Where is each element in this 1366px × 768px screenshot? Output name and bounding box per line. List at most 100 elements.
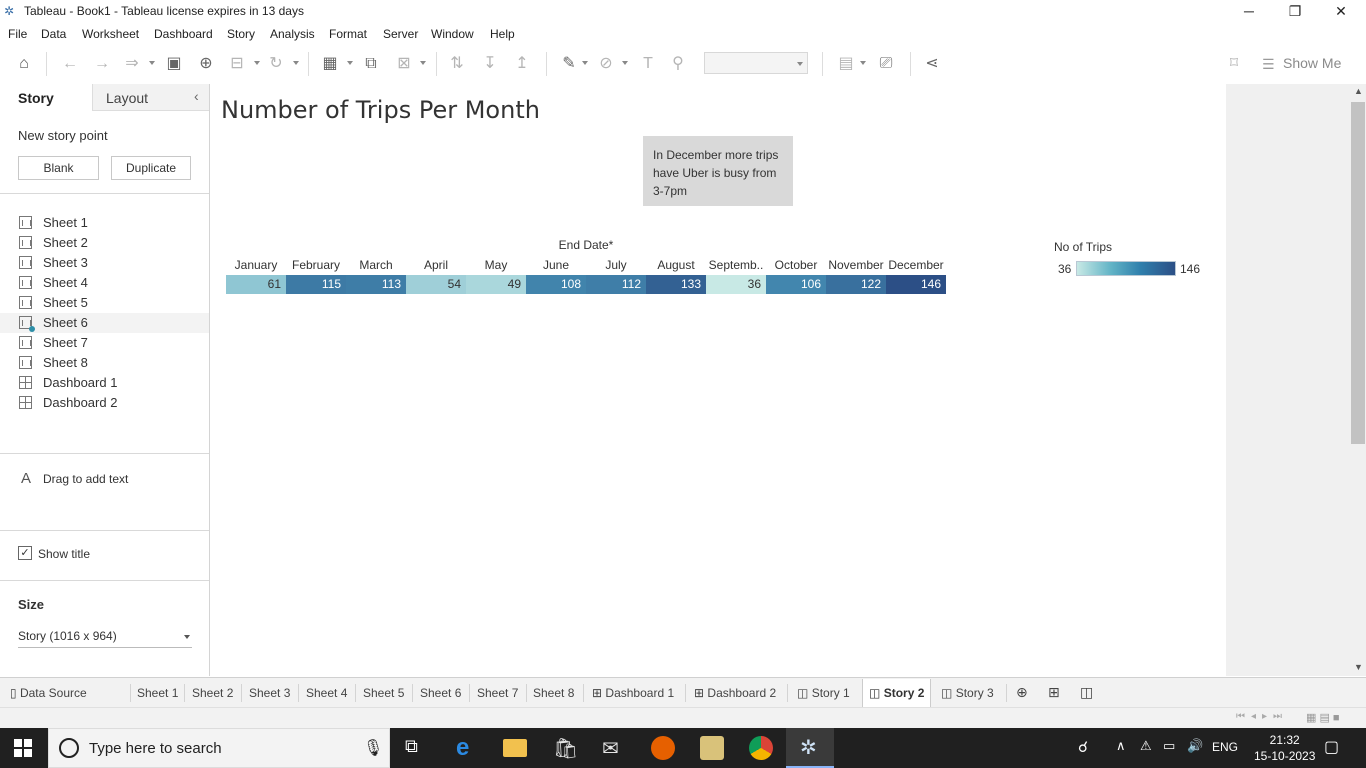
sheet-list-item[interactable]: Sheet 7 — [0, 333, 209, 353]
swap-axes-icon[interactable]: ⇅ — [447, 54, 467, 74]
tab-dashboard-2[interactable]: ⊞ Dashboard 2 — [694, 686, 776, 700]
color-legend-bar[interactable] — [1076, 261, 1176, 276]
heatmap-cell[interactable]: 133 — [646, 275, 706, 294]
pause-updates-icon[interactable]: ⊟ — [227, 54, 247, 74]
heatmap-cell[interactable]: 36 — [706, 275, 766, 294]
menu-format[interactable]: Format — [329, 27, 367, 41]
tab-data-source[interactable]: ▯ Data Source — [10, 686, 87, 700]
sort-ascending-icon[interactable]: ↧ — [480, 54, 500, 74]
sheet-list-item[interactable]: Sheet 4 — [0, 273, 209, 293]
heatmap-cell[interactable]: 112 — [586, 275, 646, 294]
tab-sheet-5[interactable]: Sheet 5 — [363, 686, 404, 700]
undo-icon[interactable]: ← — [60, 54, 80, 74]
sheet-list-item[interactable]: Sheet 6 — [0, 313, 209, 333]
replay-icon[interactable]: ⇒ — [122, 54, 142, 74]
heatmap-cell[interactable]: 108 — [526, 275, 586, 294]
tab-sheet-2[interactable]: Sheet 2 — [192, 686, 233, 700]
store-icon[interactable]: 🛍 — [553, 736, 578, 760]
menu-server[interactable]: Server — [383, 27, 418, 41]
tab-story[interactable]: Story — [0, 84, 92, 112]
collapse-icon[interactable]: ‹ — [194, 88, 199, 104]
scroll-down-icon[interactable]: ▼ — [1354, 662, 1363, 672]
network-icon[interactable]: ⚠ — [1140, 738, 1152, 754]
heatmap-cell[interactable]: 54 — [406, 275, 466, 294]
windows-start-icon[interactable] — [14, 739, 32, 757]
menu-dashboard[interactable]: Dashboard — [154, 27, 213, 41]
tab-dashboard-1[interactable]: ⊞ Dashboard 1 — [592, 686, 674, 700]
tab-sheet-6[interactable]: Sheet 6 — [420, 686, 461, 700]
menu-help[interactable]: Help — [490, 27, 515, 41]
tab-sheet-8[interactable]: Sheet 8 — [533, 686, 574, 700]
sheet-list-item[interactable]: Sheet 8 — [0, 353, 209, 373]
menu-story[interactable]: Story — [227, 27, 255, 41]
notifications-icon[interactable]: ▢ — [1324, 737, 1339, 757]
new-story-tab-icon[interactable]: ◫ — [1080, 684, 1093, 701]
tableau-taskbar-button[interactable]: ✲ — [786, 728, 834, 768]
tab-story-3[interactable]: ◫ Story 3 — [941, 686, 994, 700]
tab-sheet-3[interactable]: Sheet 3 — [249, 686, 290, 700]
share-icon[interactable]: ⋖ — [922, 54, 942, 74]
heatmap-cell[interactable]: 106 — [766, 275, 826, 294]
chrome-icon[interactable] — [749, 736, 773, 760]
scrollbar-thumb[interactable] — [1351, 102, 1365, 444]
sort-descending-icon[interactable]: ↥ — [512, 54, 532, 74]
language-indicator[interactable]: ENG — [1212, 740, 1238, 754]
close-button[interactable]: ✕ — [1318, 0, 1364, 23]
restore-button[interactable]: ❐ — [1272, 0, 1318, 23]
home-icon[interactable]: ⌂ — [14, 54, 34, 74]
dashboard-list-item[interactable]: Dashboard 2 — [0, 393, 209, 413]
clock[interactable]: 21:32 15-10-2023 — [1254, 732, 1315, 764]
heatmap-cell[interactable]: 49 — [466, 275, 526, 294]
clear-sheet-icon[interactable]: ⊠ — [394, 54, 414, 74]
new-worksheet-tab-icon[interactable]: ⊕ — [1016, 684, 1028, 701]
heatmap-cell[interactable]: 122 — [826, 275, 886, 294]
highlight-icon[interactable]: ✎ — [559, 54, 579, 74]
heatmap-cell[interactable]: 115 — [286, 275, 346, 294]
size-dropdown[interactable]: Story (1016 x 964) — [18, 628, 192, 648]
fit-dropdown[interactable] — [704, 52, 808, 74]
tab-navigation-icon[interactable]: ⏮◂▸⏭ — [1236, 711, 1288, 722]
new-data-source-icon[interactable]: ⊕ — [196, 54, 216, 74]
edge-icon[interactable]: e — [456, 736, 480, 760]
microphone-icon[interactable]: 🎙 — [363, 738, 383, 758]
tab-story-1[interactable]: ◫ Story 1 — [797, 686, 850, 700]
people-icon[interactable]: ☌ — [1078, 738, 1088, 756]
sheet-list-item[interactable]: Sheet 5 — [0, 293, 209, 313]
tab-sheet-7[interactable]: Sheet 7 — [477, 686, 518, 700]
scroll-up-icon[interactable]: ▲ — [1354, 86, 1363, 96]
firefox-icon[interactable] — [651, 736, 675, 760]
dashboard-list-item[interactable]: Dashboard 1 — [0, 373, 209, 393]
duplicate-sheet-icon[interactable]: ⧉ — [361, 54, 381, 74]
menu-worksheet[interactable]: Worksheet — [82, 27, 139, 41]
show-mark-labels-icon[interactable]: T — [638, 54, 658, 74]
menu-data[interactable]: Data — [41, 27, 66, 41]
sheet-list-item[interactable]: Sheet 2 — [0, 233, 209, 253]
save-icon[interactable]: ▣ — [164, 54, 184, 74]
format-painter-icon[interactable]: ⌑ — [1224, 54, 1244, 74]
view-toggle-icon[interactable]: ▦ ▤ ■ — [1306, 711, 1340, 724]
menu-analysis[interactable]: Analysis — [270, 27, 315, 41]
tab-story-2[interactable]: ◫ Story 2 — [862, 679, 932, 708]
tab-sheet-4[interactable]: Sheet 4 — [306, 686, 347, 700]
new-dashboard-tab-icon[interactable]: ⊞ — [1048, 684, 1060, 701]
blank-button[interactable]: Blank — [18, 156, 99, 180]
drag-to-add-text[interactable]: A Drag to add text — [0, 468, 209, 492]
python-icon[interactable] — [700, 736, 724, 760]
duplicate-button[interactable]: Duplicate — [111, 156, 191, 180]
heatmap-cell[interactable]: 113 — [346, 275, 406, 294]
battery-icon[interactable]: ▭ — [1163, 738, 1175, 754]
new-worksheet-icon[interactable]: ▦ — [320, 54, 340, 74]
menu-window[interactable]: Window — [431, 27, 474, 41]
task-view-icon[interactable]: ⧉ — [405, 736, 429, 760]
minimize-button[interactable]: ─ — [1226, 0, 1272, 23]
sheet-list-item[interactable]: Sheet 3 — [0, 253, 209, 273]
mail-icon[interactable]: ✉ — [602, 736, 626, 760]
menu-file[interactable]: File — [8, 27, 27, 41]
group-members-icon[interactable]: ⊘ — [596, 54, 616, 74]
sheet-list-item[interactable]: Sheet 1 — [0, 213, 209, 233]
heatmap-cell[interactable]: 146 — [886, 275, 946, 294]
show-me-button[interactable]: Show Me — [1283, 55, 1341, 71]
fix-axes-icon[interactable]: ⚲ — [668, 54, 688, 74]
heatmap-cell[interactable]: 61 — [226, 275, 286, 294]
tab-layout[interactable]: Layout ‹ — [92, 84, 209, 111]
